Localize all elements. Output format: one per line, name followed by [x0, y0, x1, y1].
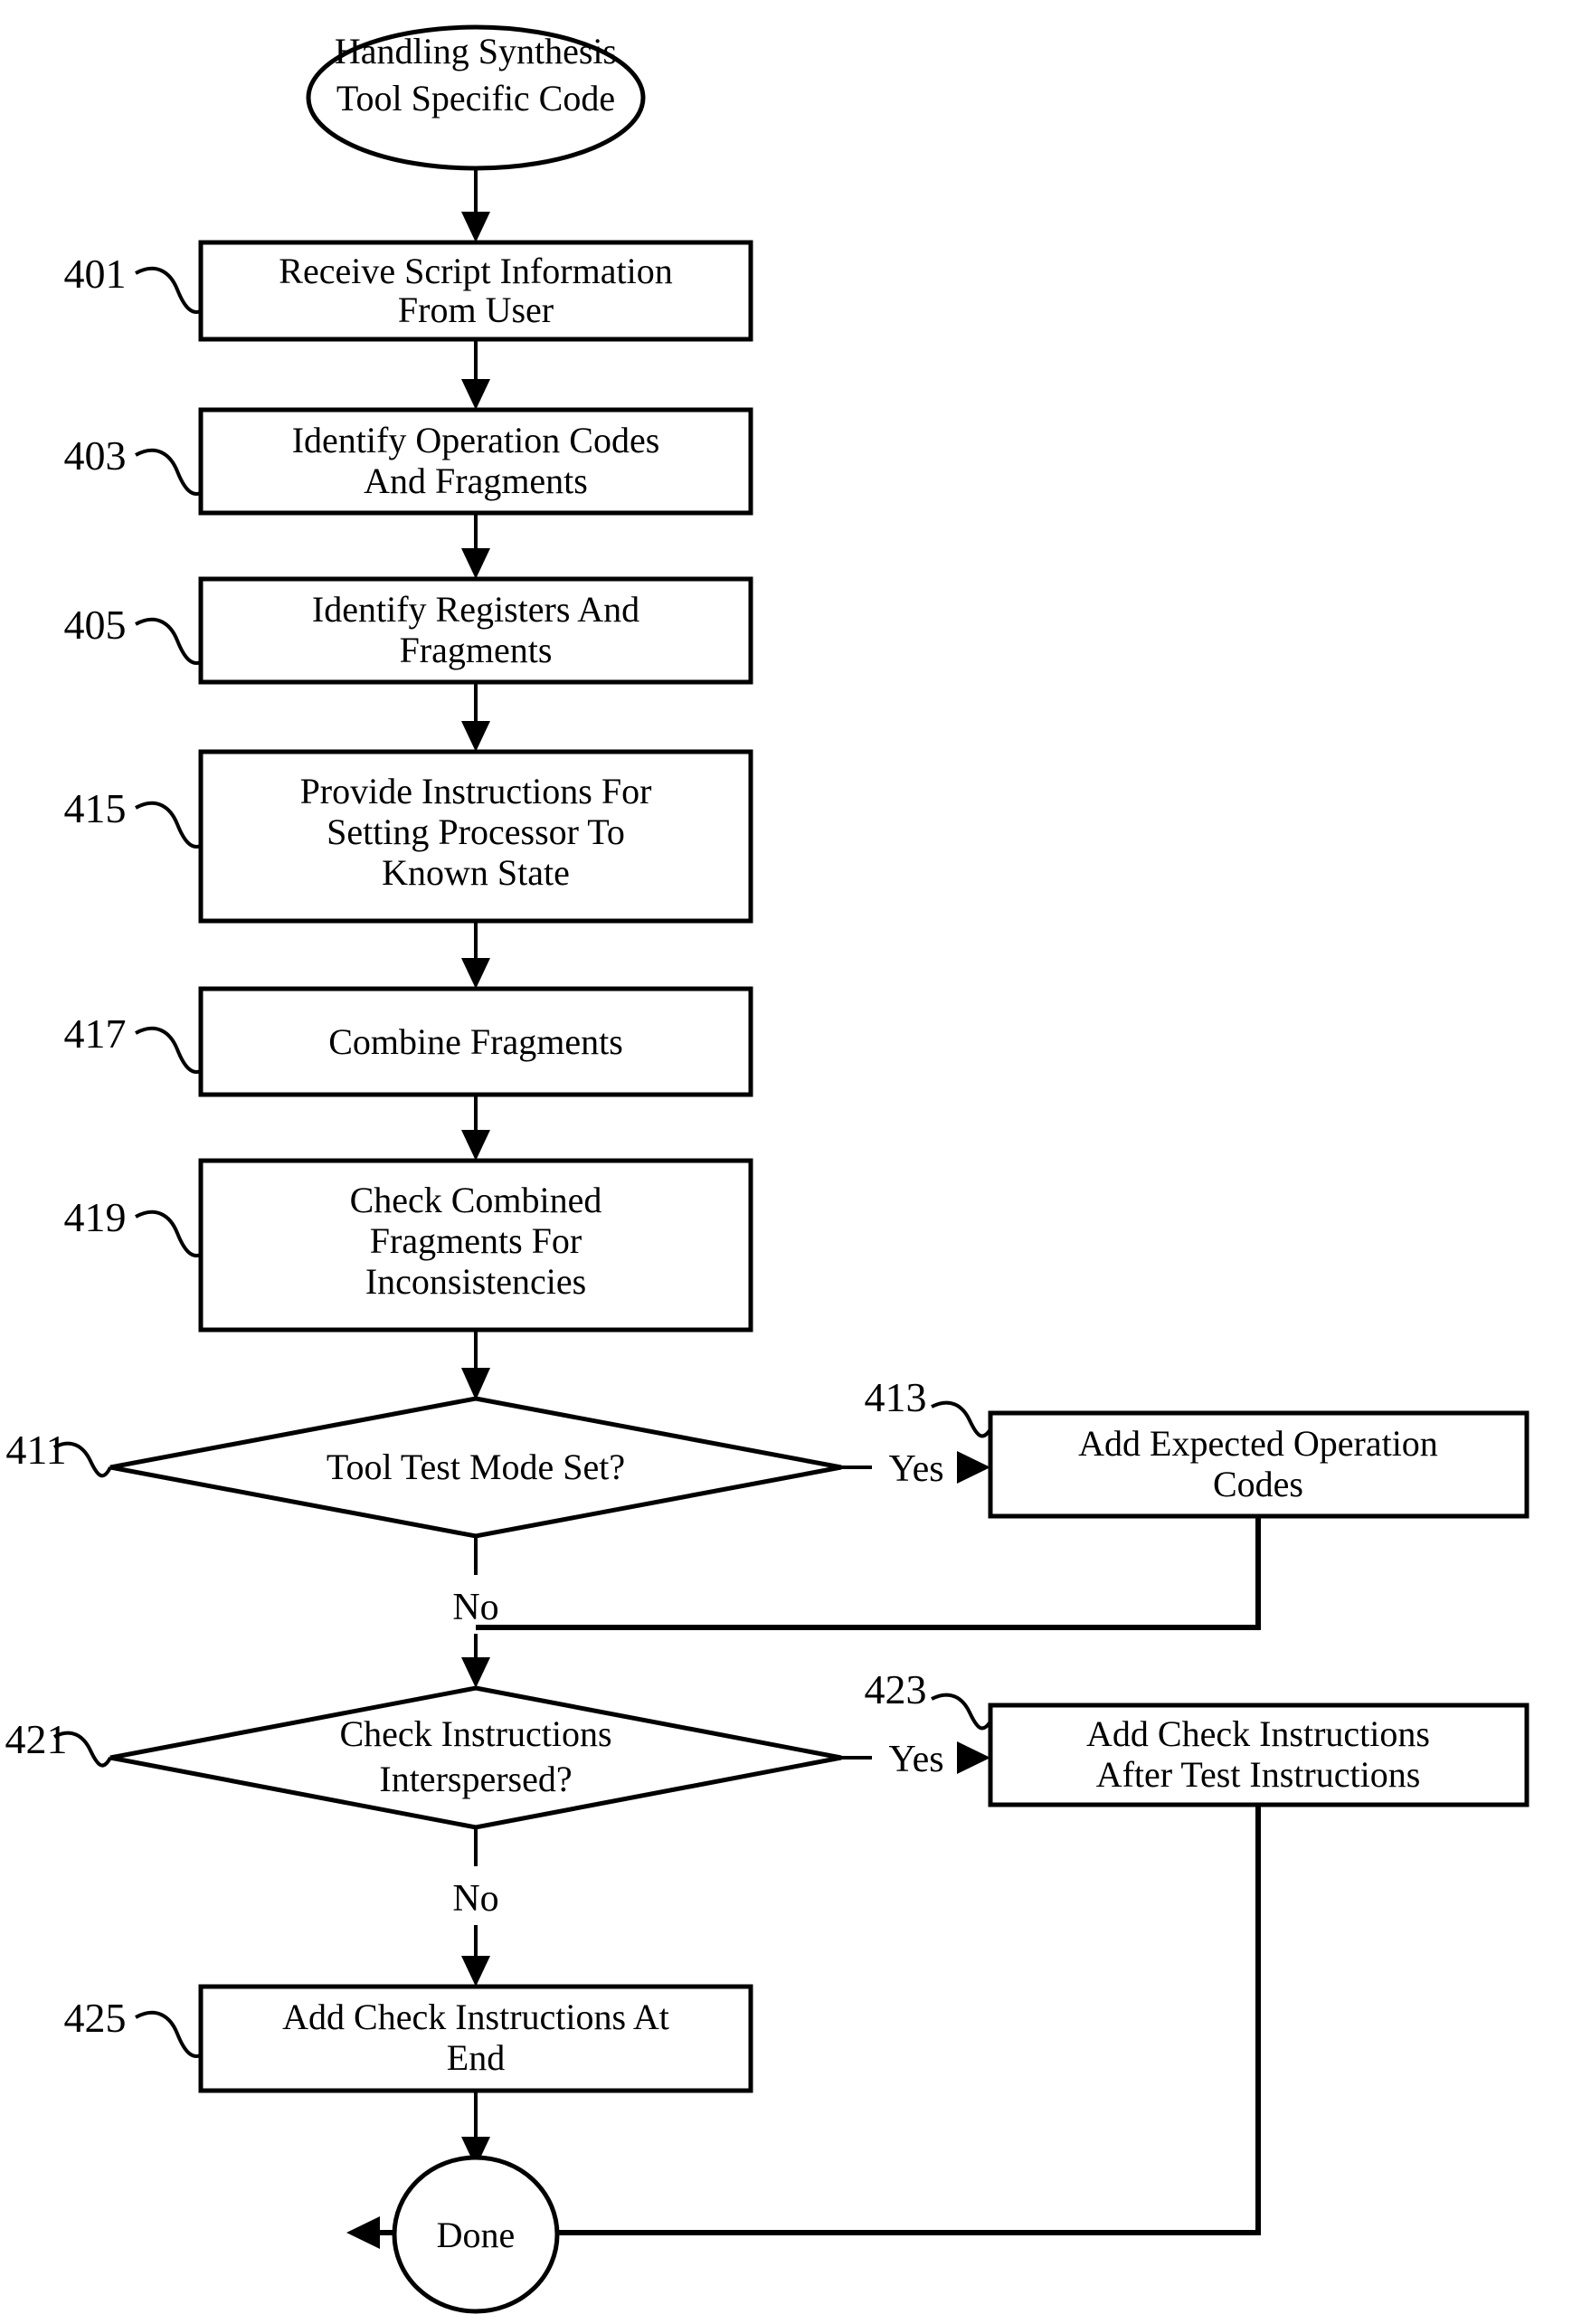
- arrow-head-icon: [957, 1741, 990, 1774]
- connector-line: [476, 1516, 1261, 1630]
- arrow-head-icon: [461, 212, 490, 242]
- arrow-head-icon: [346, 2216, 380, 2249]
- arrow-head-icon: [461, 379, 490, 410]
- step-401-line-2: From User: [398, 289, 554, 330]
- arrow-head-icon: [461, 958, 490, 989]
- step-417-leader-line: [135, 1026, 202, 1074]
- step-423-leader-line: [931, 1693, 992, 1731]
- connector-421-no: No: [452, 1827, 499, 1987]
- step-425-line-1: Add Check Instructions At: [282, 1997, 669, 2037]
- decision-411-no-label: No: [452, 1587, 498, 1628]
- step-405-line-1: Identify Registers And: [312, 589, 639, 630]
- flowchart-canvas: Handling Synthesis Tool Specific Code Re…: [5, 24, 1529, 2314]
- step-415: Provide Instructions For Setting Process…: [64, 749, 753, 924]
- step-403-ref: 403: [64, 432, 127, 479]
- step-403-leader-line: [135, 448, 202, 496]
- step-419-line-1: Check Combined: [350, 1180, 602, 1220]
- end-terminal: Done: [392, 2155, 560, 2314]
- connector-401-to-403: [461, 339, 490, 410]
- step-405: Identify Registers And Fragments 405: [64, 576, 753, 685]
- decision-411-line-1: Tool Test Mode Set?: [327, 1447, 625, 1487]
- connector-419-to-411: [461, 1330, 490, 1400]
- step-425-line-2: End: [447, 2037, 505, 2078]
- step-417-ref: 417: [64, 1010, 127, 1057]
- step-405-ref: 405: [64, 602, 127, 648]
- step-423-line-1: Add Check Instructions: [1086, 1713, 1430, 1754]
- flowchart-figure: Handling Synthesis Tool Specific Code Re…: [0, 0, 1572, 2324]
- connector-415-to-417: [461, 921, 490, 989]
- start-terminal-line-1: Handling Synthesis: [335, 31, 617, 71]
- step-417: Combine Fragments 417: [64, 986, 753, 1097]
- step-401-leader-line: [135, 266, 202, 314]
- start-terminal: Handling Synthesis Tool Specific Code: [306, 24, 646, 171]
- decision-421-line-1: Check Instructions: [339, 1713, 611, 1754]
- arrow-head-icon: [957, 1451, 990, 1484]
- decision-421-yes-label: Yes: [888, 1739, 943, 1780]
- step-415-line-1: Provide Instructions For: [300, 771, 652, 811]
- decision-411-yes-label: Yes: [888, 1448, 943, 1490]
- step-401-line-1: Receive Script Information: [279, 251, 672, 291]
- step-415-leader-line: [135, 801, 202, 849]
- step-415-ref: 415: [64, 785, 127, 831]
- step-425: Add Check Instructions At End 425: [64, 1984, 753, 2093]
- decision-411: Tool Test Mode Set? 411: [5, 1396, 842, 1539]
- step-419-ref: 419: [64, 1194, 127, 1240]
- step-423-line-2: After Test Instructions: [1096, 1754, 1421, 1795]
- step-413-ref: 413: [865, 1374, 927, 1420]
- step-419: Check Combined Fragments For Inconsisten…: [64, 1158, 753, 1333]
- step-403-line-2: And Fragments: [364, 460, 588, 501]
- step-419-leader-line: [135, 1209, 202, 1257]
- step-425-leader-line: [135, 2010, 202, 2058]
- connector-417-to-419: [461, 1095, 490, 1161]
- step-405-line-2: Fragments: [400, 630, 553, 670]
- decision-421: Check Instructions Interspersed? 421: [5, 1685, 842, 1830]
- step-423-ref: 423: [865, 1666, 927, 1712]
- connector-start-to-401: [461, 168, 490, 242]
- connector-413-return: [476, 1516, 1261, 1630]
- connector-403-to-405: [461, 513, 490, 579]
- step-417-line-1: Combine Fragments: [328, 1021, 623, 1062]
- decision-421-ref: 421: [5, 1716, 68, 1762]
- decision-411-ref: 411: [5, 1427, 66, 1473]
- connector-411-no: No: [452, 1536, 499, 1688]
- step-413: Add Expected Operation Codes 413: [865, 1374, 1529, 1519]
- decision-421-diamond: [109, 1685, 842, 1830]
- step-419-line-2: Fragments For: [370, 1220, 582, 1261]
- decision-421-no-label: No: [452, 1878, 498, 1920]
- arrow-head-icon: [461, 548, 490, 579]
- connector-405-to-415: [461, 682, 490, 752]
- step-401: Receive Script Information From User 401: [64, 240, 753, 342]
- arrow-head-icon: [461, 1956, 490, 1987]
- connector-411-yes: Yes: [841, 1448, 990, 1490]
- step-413-line-1: Add Expected Operation: [1078, 1423, 1438, 1464]
- arrow-head-icon: [461, 1657, 490, 1688]
- arrow-head-icon: [461, 1368, 490, 1400]
- step-413-line-2: Codes: [1213, 1464, 1303, 1504]
- step-403-line-1: Identify Operation Codes: [292, 420, 660, 460]
- step-415-line-3: Known State: [382, 852, 570, 893]
- step-403: Identify Operation Codes And Fragments 4…: [64, 407, 753, 516]
- step-419-line-3: Inconsistencies: [365, 1261, 586, 1302]
- end-terminal-label: Done: [437, 2215, 516, 2255]
- arrow-head-icon: [461, 1130, 490, 1161]
- connector-421-yes: Yes: [841, 1739, 990, 1780]
- step-413-leader-line: [931, 1400, 992, 1438]
- arrow-head-icon: [461, 721, 490, 752]
- step-425-ref: 425: [64, 1995, 127, 2041]
- decision-421-line-2: Interspersed?: [379, 1759, 572, 1799]
- step-401-ref: 401: [64, 251, 127, 297]
- step-415-line-2: Setting Processor To: [327, 811, 625, 852]
- start-terminal-line-2: Tool Specific Code: [336, 78, 615, 119]
- step-423: Add Check Instructions After Test Instru…: [865, 1666, 1529, 1807]
- step-405-leader-line: [135, 617, 202, 665]
